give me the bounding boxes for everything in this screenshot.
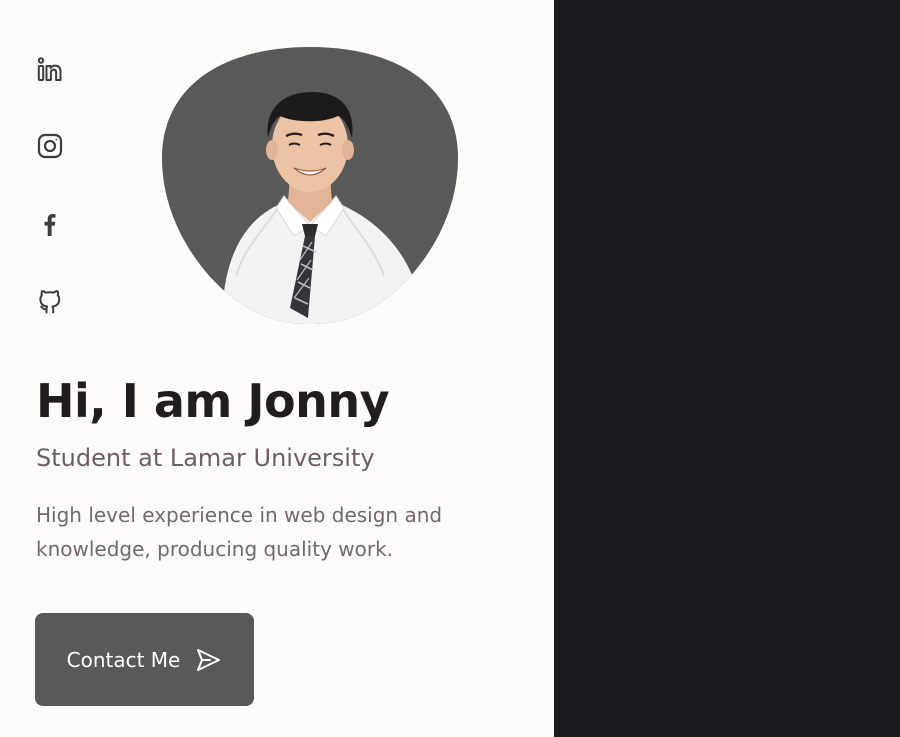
profile-image [162, 46, 458, 324]
hero-description: High level experience in web design and … [36, 503, 443, 561]
dark-side-panel [554, 0, 900, 737]
instagram-link[interactable] [36, 132, 64, 160]
hero-greeting: Hi, I am Jonny [36, 374, 390, 428]
github-link[interactable] [36, 287, 64, 315]
home-section: Hi, I am Jonny Student at Lamar Universi… [0, 0, 554, 737]
page: Hi, I am Jonny Student at Lamar Universi… [0, 0, 900, 737]
contact-me-label: Contact Me [66, 647, 181, 672]
linkedin-link[interactable] [36, 56, 64, 84]
hero-subtitle: Student at Lamar University [36, 444, 375, 472]
facebook-link[interactable] [36, 210, 64, 238]
github-icon [36, 287, 64, 315]
facebook-icon [36, 210, 64, 238]
contact-me-button[interactable]: Contact Me [35, 613, 254, 706]
linkedin-icon [36, 56, 64, 84]
instagram-icon [36, 132, 64, 160]
send-icon [194, 646, 222, 674]
